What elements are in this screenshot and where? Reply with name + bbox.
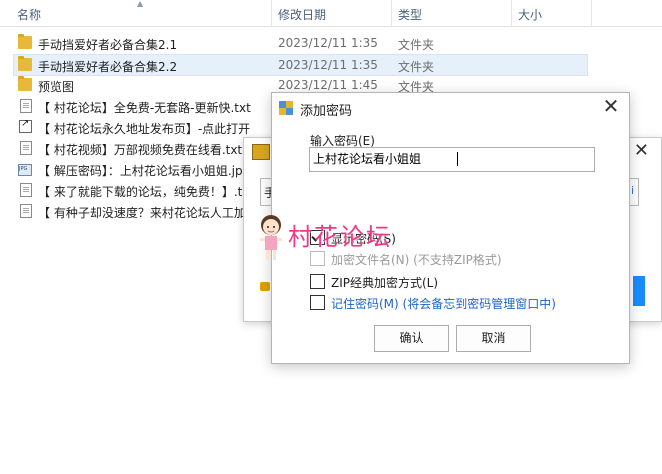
text-caret [457,152,458,166]
text-file-icon [20,183,32,197]
file-name: 手动挡爱好者必备合集2.2 [38,60,178,74]
file-name: 【 解压密码】：上村花论坛看小姐姐.jp [38,164,243,178]
checkbox-checked-icon[interactable] [310,230,325,245]
remember-password-checkbox[interactable]: 记住密码(M) (将会备忘到密码管理窗口中) [310,294,610,312]
file-name: 预览图 [38,80,75,94]
file-date: 2023/12/11 1:35 [278,36,378,50]
column-size[interactable]: 大小 [518,6,542,23]
column-divider[interactable] [271,0,272,26]
file-row[interactable]: 手动挡爱好者必备合集2.1 2023/12/11 1:35 文件夹 [14,33,587,53]
checkbox-icon[interactable] [310,295,325,310]
checkbox-label: 显示密码(S) [331,232,396,246]
cancel-button[interactable]: 取消 [456,325,531,352]
close-icon[interactable]: ✕ [634,140,649,161]
dialog-title: 添加密码 [300,104,353,119]
file-name: 【 有种子却没速度？来村花论坛人工加 [38,206,246,220]
start-button[interactable] [633,276,645,306]
password-field[interactable] [309,147,595,172]
folder-icon [18,76,32,91]
column-divider[interactable] [511,0,512,26]
text-file-icon [20,141,32,155]
archive-path-suffix: i [630,184,634,197]
checkbox-label: 记住密码(M) (将会备忘到密码管理窗口中) [331,297,556,311]
text-file-icon [20,99,32,113]
folder-icon [18,34,32,49]
column-date[interactable]: 修改日期 [278,6,326,23]
file-row-selected[interactable]: 手动挡爱好者必备合集2.2 2023/12/11 1:35 文件夹 [13,54,588,76]
file-name: 手动挡爱好者必备合集2.1 [38,38,178,52]
close-button[interactable]: ✕ [601,96,621,116]
column-divider[interactable] [391,0,392,26]
file-name: 【 来了就能下载的论坛，纯免费！】.t [38,185,243,199]
lock-icon [260,282,270,291]
column-type[interactable]: 类型 [398,6,422,23]
password-input[interactable] [310,148,594,169]
shortcut-icon [19,118,32,133]
folder-icon [18,56,32,71]
checkbox-label: 加密文件名(N) (不支持ZIP格式) [331,253,502,267]
checkbox-label: ZIP经典加密方式(L) [331,276,439,290]
column-divider[interactable] [591,0,592,26]
checkbox-icon [310,251,325,266]
dialog-titlebar[interactable]: 添加密码 ✕ [272,93,629,123]
zip-classic-encryption-checkbox[interactable]: ZIP经典加密方式(L) [310,273,610,291]
column-name[interactable]: 名称 [17,6,41,23]
archive-app-icon [252,144,270,160]
file-type: 文件夹 [398,38,435,52]
file-name: 【 村花论坛永久地址发布页】-点此打开 [38,122,251,136]
sort-ascending-icon: ▲ [137,0,144,8]
checkbox-icon[interactable] [310,274,325,289]
file-name: 【 村花视频】万部视频免费在线看.txt [38,143,243,157]
archive-app-icon [279,101,293,115]
confirm-button[interactable]: 确认 [374,325,449,352]
show-password-checkbox[interactable]: 显示密码(S) [310,229,610,247]
file-name: 【 村花论坛】全免费-无套路-更新快.txt [38,101,251,115]
add-password-dialog: 添加密码 ✕ 输入密码(E) 显示密码(S) 加密文件名(N) (不支持ZIP格… [271,92,630,364]
column-header-bar: ▲ 名称 修改日期 类型 大小 [0,0,662,27]
file-date: 2023/12/11 1:35 [278,58,378,72]
image-file-icon [18,164,32,176]
file-type: 文件夹 [398,60,435,74]
file-date: 2023/12/11 1:45 [278,78,378,92]
text-file-icon [20,204,32,218]
encrypt-filename-checkbox: 加密文件名(N) (不支持ZIP格式) [310,250,610,268]
